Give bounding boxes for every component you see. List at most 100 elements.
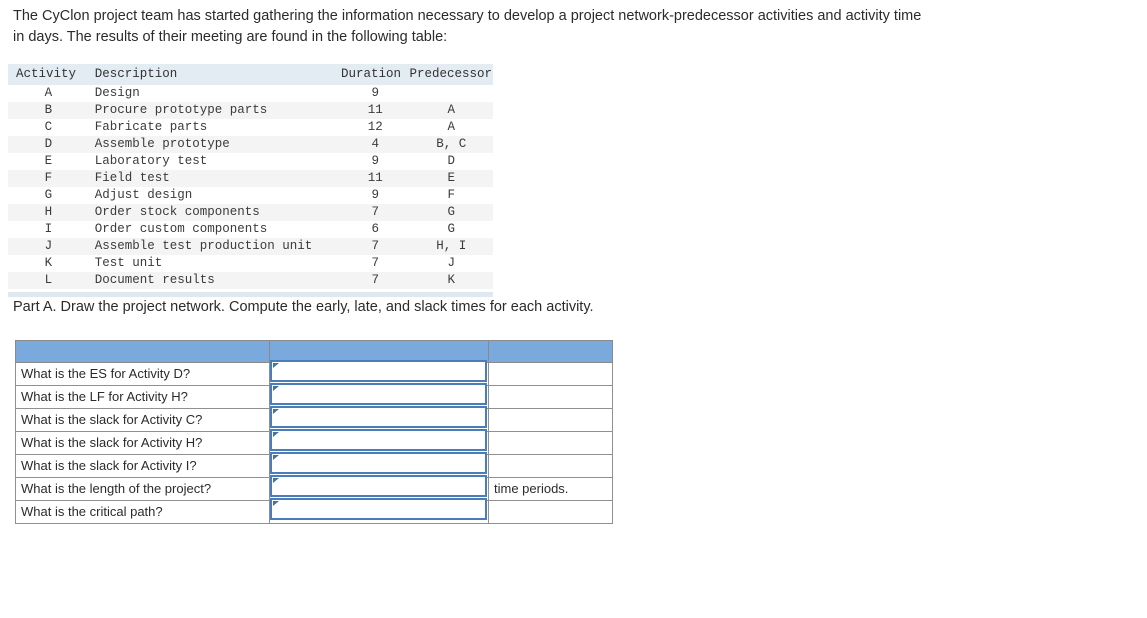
answer-question-label: What is the critical path? <box>21 504 163 519</box>
cell-description: Fabricate parts <box>94 120 208 134</box>
part-a-prompt: Part A. Draw the project network. Comput… <box>13 299 594 315</box>
cell-duration: 6 <box>371 222 379 236</box>
answer-unit-cell <box>488 385 613 409</box>
cell-activity: G <box>44 188 53 202</box>
answer-unit-cell: time periods. <box>488 477 613 501</box>
answer-form-body: What is the ES for Activity D? What is th… <box>15 340 613 524</box>
activity-table-header-row: Activity Description Duration Predecesso… <box>8 64 493 85</box>
answer-input-field[interactable] <box>270 360 487 382</box>
cell-duration: 9 <box>371 86 379 100</box>
answer-input-field[interactable] <box>270 429 487 451</box>
answer-unit-cell <box>488 362 613 386</box>
answer-input-field[interactable] <box>270 498 487 520</box>
cell-duration: 7 <box>371 273 379 287</box>
cell-predecessor: G <box>447 222 455 236</box>
answer-question-label: What is the slack for Activity C? <box>21 412 203 427</box>
cell-activity: D <box>44 137 53 151</box>
answer-question-cell: What is the ES for Activity D? <box>15 362 270 386</box>
cell-description: Adjust design <box>94 188 193 202</box>
cell-activity: J <box>44 239 53 253</box>
cell-predecessor: G <box>447 205 455 219</box>
answer-question-label: What is the slack for Activity H? <box>21 435 203 450</box>
answer-form-header-cell-right <box>488 340 613 363</box>
cell-activity: E <box>44 154 53 168</box>
activity-table-body: A Design 9 B Procure prototype parts 11 A C Fabr… <box>8 85 493 289</box>
cell-description: Laboratory test <box>94 154 208 168</box>
answer-form-container: What is the ES for Activity D? What is th… <box>15 340 613 524</box>
table-row: B Procure prototype parts 11 A <box>8 102 493 119</box>
cell-activity: C <box>44 120 53 134</box>
cell-duration: 11 <box>367 171 383 185</box>
answer-form-table: What is the ES for Activity D? What is th… <box>15 340 613 524</box>
answer-unit-cell <box>488 408 613 432</box>
answer-input-field[interactable] <box>270 406 487 428</box>
table-row: E Laboratory test 9 D <box>8 153 493 170</box>
table-row: J Assemble test production unit 7 H, I <box>8 238 493 255</box>
cell-predecessor: A <box>447 103 455 117</box>
cell-duration: 7 <box>371 205 379 219</box>
header-description: Description <box>88 64 341 85</box>
cell-activity: L <box>44 273 53 287</box>
cell-duration: 4 <box>371 137 379 151</box>
answer-question-label: What is the ES for Activity D? <box>21 366 191 381</box>
cell-predecessor: B, C <box>436 137 467 151</box>
answer-unit-cell <box>488 500 613 524</box>
cell-description: Field test <box>94 171 170 185</box>
answer-unit-cell <box>488 454 613 478</box>
header-activity: Activity <box>8 64 89 85</box>
cell-duration: 9 <box>371 154 379 168</box>
cell-description: Order custom components <box>94 222 268 236</box>
cell-predecessor: E <box>447 171 455 185</box>
answer-form-header-cell-left <box>15 340 270 363</box>
header-duration: Duration <box>340 64 410 85</box>
cell-predecessor: F <box>447 188 455 202</box>
cell-predecessor: A <box>447 120 455 134</box>
cell-description: Document results <box>94 273 215 287</box>
cell-description: Design <box>94 86 140 100</box>
cell-duration: 7 <box>371 239 379 253</box>
cell-predecessor: D <box>447 154 455 168</box>
cell-activity: K <box>44 256 53 270</box>
table-row: A Design 9 <box>8 85 493 102</box>
cell-predecessor <box>409 85 493 102</box>
cell-duration: 11 <box>367 103 383 117</box>
activity-table-head: Activity Description Duration Predecesso… <box>8 64 493 85</box>
answer-question-label: What is the length of the project? <box>21 481 212 496</box>
answer-input-field[interactable] <box>270 452 487 474</box>
answer-unit-label: time periods. <box>494 481 569 496</box>
answer-question-cell: What is the slack for Activity C? <box>15 408 270 432</box>
answer-question-cell: What is the length of the project? <box>15 477 270 501</box>
answer-question-label: What is the slack for Activity I? <box>21 458 197 473</box>
table-row: D Assemble prototype 4 B, C <box>8 136 493 153</box>
answer-question-cell: What is the LF for Activity H? <box>15 385 270 409</box>
answer-form-row: What is the critical path? <box>15 498 613 524</box>
cell-activity: I <box>44 222 53 236</box>
cell-predecessor: J <box>447 256 455 270</box>
answer-question-cell: What is the slack for Activity I? <box>15 454 270 478</box>
table-row: G Adjust design 9 F <box>8 187 493 204</box>
answer-input-field[interactable] <box>270 475 487 497</box>
answer-input-field[interactable] <box>270 383 487 405</box>
table-row: L Document results 7 K <box>8 272 493 289</box>
cell-predecessor: H, I <box>436 239 467 253</box>
table-row: K Test unit 7 J <box>8 255 493 272</box>
intro-paragraph: The CyClon project team has started gath… <box>13 8 922 45</box>
cell-predecessor: K <box>447 273 455 287</box>
cell-description: Assemble test production unit <box>94 239 313 253</box>
answer-unit-cell <box>488 431 613 455</box>
table-row: F Field test 11 E <box>8 170 493 187</box>
activity-table-container: Activity Description Duration Predecesso… <box>8 64 493 297</box>
cell-description: Assemble prototype <box>94 137 230 151</box>
answer-question-cell: What is the critical path? <box>15 500 270 524</box>
table-row: C Fabricate parts 12 A <box>8 119 493 136</box>
table-row: I Order custom components 6 G <box>8 221 493 238</box>
header-predecessor: Predecessor <box>409 64 493 85</box>
answer-input-cell <box>269 498 489 524</box>
cell-activity: B <box>44 103 53 117</box>
cell-activity: F <box>44 171 53 185</box>
cell-duration: 9 <box>371 188 379 202</box>
answer-question-cell: What is the slack for Activity H? <box>15 431 270 455</box>
cell-description: Procure prototype parts <box>94 103 268 117</box>
table-row: H Order stock components 7 G <box>8 204 493 221</box>
cell-description: Test unit <box>94 256 163 270</box>
